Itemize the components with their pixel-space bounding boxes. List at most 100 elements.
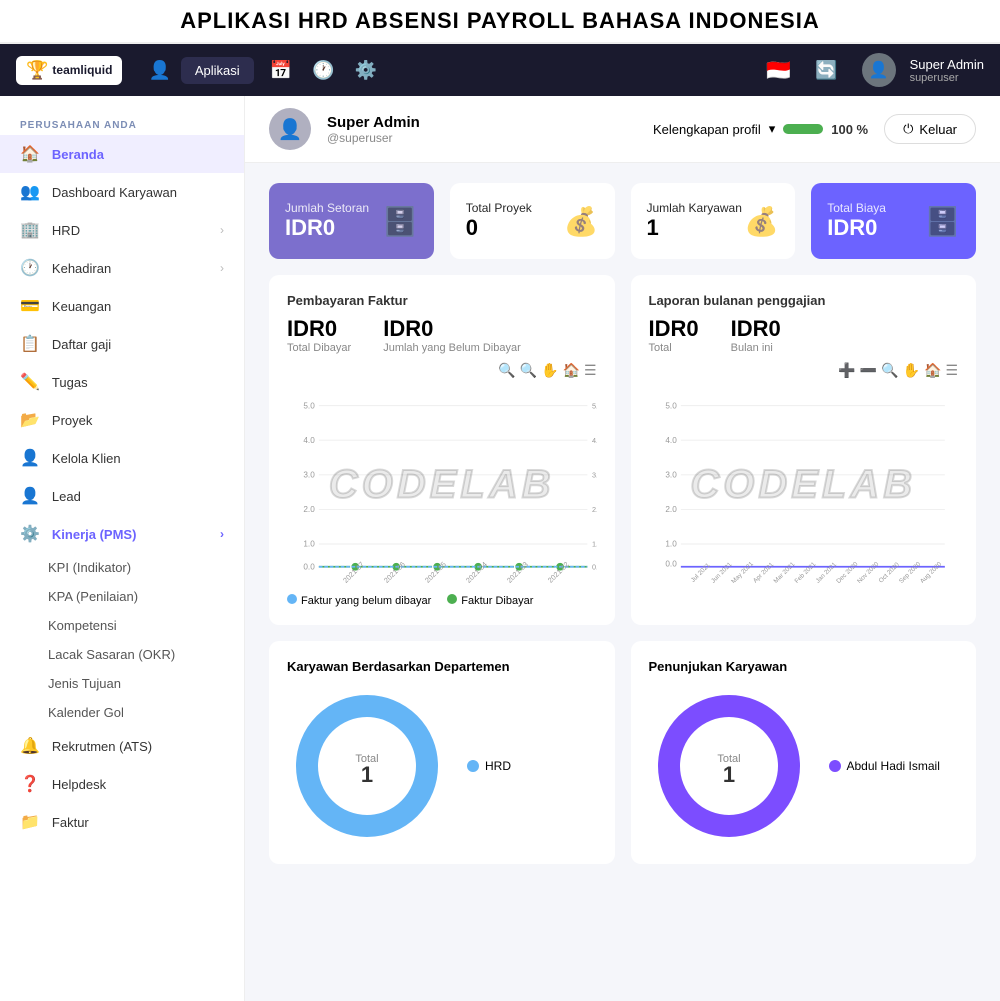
zoom-out-icon-2[interactable]: ➖ [860,362,877,379]
aplikasi-btn[interactable]: Aplikasi [181,57,254,84]
donut-legend-1: HRD [467,759,511,773]
svg-text:5.0: 5.0 [665,401,677,410]
sidebar-item-dashboard-karyawan[interactable]: 👥 Dashboard Karyawan [0,173,244,211]
sidebar-sub-item-kpi[interactable]: KPI (Indikator) [0,553,244,582]
zoom-icon-2[interactable]: 🔍 [881,362,898,379]
money-icon-1: 💰 [564,205,599,238]
stat-value-4: IDR0 [827,215,886,241]
completion-pct: 100 % [831,122,868,137]
pembayaran-legend: Faktur yang belum dibayar Faktur Dibayar [287,594,597,607]
sidebar-item-tugas[interactable]: ✏️ Tugas [0,363,244,401]
sidebar-sub-item-lacak[interactable]: Lacak Sasaran (OKR) [0,640,244,669]
sidebar-item-proyek[interactable]: 📂 Proyek [0,401,244,439]
belum-dibayar-value: IDR0 [383,316,521,342]
svg-text:4.0: 4.0 [665,436,677,445]
sidebar-item-kehadiran[interactable]: 🕐 Kehadiran › [0,249,244,287]
logo-icon: 🏆 [26,60,48,81]
sidebar-item-keuangan[interactable]: 💳 Keuangan [0,287,244,325]
building-icon: 🏢 [20,220,40,240]
sidebar-item-faktur[interactable]: 📁 Faktur [0,803,244,841]
svg-text:3.0: 3.0 [303,471,315,480]
charts-row: Pembayaran Faktur IDR0 Total Dibayar IDR… [245,259,1000,625]
laporan-amount-row: IDR0 Total IDR0 Bulan ini [649,316,959,354]
sidebar-item-kelola-klien[interactable]: 👤 Kelola Klien [0,439,244,477]
pan-icon[interactable]: ✋ [541,362,558,379]
sidebar-item-hrd-label: HRD [52,223,80,238]
refresh-icon[interactable]: 🔄 [805,54,847,87]
person-icon: 👤 [20,448,40,468]
settings-btn[interactable]: ⚙️ [345,54,387,87]
stat-card-jumlah-setoran: Jumlah Setoran IDR0 🗄️ [269,183,434,259]
chart-toolbar-2: ➕ ➖ 🔍 ✋ 🏠 ☰ [649,362,959,379]
navbar-logo[interactable]: 🏆 teamliquid [16,56,122,85]
completion-bar [783,124,823,134]
pembayaran-faktur-card: Pembayaran Faktur IDR0 Total Dibayar IDR… [269,275,615,625]
pembayaran-chart-svg: 5.0 4.0 3.0 2.0 1.0 0.0 [287,383,597,583]
bulan-ini: IDR0 Bulan ini [731,316,781,354]
svg-text:Jul 2021: Jul 2021 [689,562,711,583]
pan-icon-2[interactable]: ✋ [903,362,920,379]
sidebar-item-beranda[interactable]: 🏠 Beranda [0,135,244,173]
pembayaran-chart-container: 5.0 4.0 3.0 2.0 1.0 0.0 [287,383,597,586]
profile-avatar: 👤 [269,108,311,150]
keluar-button[interactable]: ⏻ Keluar [884,114,976,144]
donut-container-2: Total 1 Abdul Hadi Ismail [649,686,959,846]
sidebar-item-helpdesk-label: Helpdesk [52,777,106,792]
stat-label-2: Total Proyek [466,201,532,215]
question-icon: ❓ [20,774,40,794]
laporan-chart-svg: 5.0 4.0 3.0 2.0 1.0 0.0 [649,383,959,583]
calendar-btn[interactable]: 📅 [260,54,302,87]
pembayaran-amount-row: IDR0 Total Dibayar IDR0 Jumlah yang Belu… [287,316,597,354]
zoom-icon[interactable]: 🔍 [498,362,515,379]
svg-text:2.0: 2.0 [665,505,677,514]
total-penggajian-value: IDR0 [649,316,699,342]
penunjukan-karyawan-card: Penunjukan Karyawan Total 1 Abdul Hadi I… [631,641,977,864]
sidebar-item-keuangan-label: Keuangan [52,299,111,314]
user-nav-btn[interactable]: 👤 [138,54,180,87]
svg-text:2.0: 2.0 [592,505,597,514]
menu-icon-2[interactable]: ☰ [945,362,958,379]
sidebar-item-daftar-gaji[interactable]: 📋 Daftar gaji [0,325,244,363]
sidebar-item-lead[interactable]: 👤 Lead [0,477,244,515]
donut-svg-1: Total 1 [287,686,447,846]
sidebar-item-hrd[interactable]: 🏢 HRD › [0,211,244,249]
sidebar-item-helpdesk[interactable]: ❓ Helpdesk [0,765,244,803]
profile-name: Super Admin [327,114,420,131]
stat-info-1: Jumlah Setoran IDR0 [285,201,369,241]
logo-text: teamliquid [52,63,112,77]
sidebar-sub-item-jenis[interactable]: Jenis Tujuan [0,669,244,698]
stat-value-3: 1 [647,215,742,241]
laporan-penggajian-card: Laporan bulanan penggajian IDR0 Total ID… [631,275,977,625]
clock-icon: 🕐 [20,258,40,278]
sidebar-sub-item-kalender[interactable]: Kalender Gol [0,698,244,727]
home-icon: 🏠 [20,144,40,164]
stat-info-2: Total Proyek 0 [466,201,532,241]
svg-text:3.0: 3.0 [665,471,677,480]
money-icon-2: 💰 [744,205,779,238]
banner-title: APLIKASI HRD ABSENSI PAYROLL BAHASA INDO… [180,8,819,33]
flag-icon: 🇮🇩 [766,58,791,83]
sidebar: PERUSAHAAN ANDA 🏠 Beranda 👥 Dashboard Ka… [0,96,245,1001]
total-penggajian: IDR0 Total [649,316,699,354]
sidebar-item-kinerja[interactable]: ⚙️ Kinerja (PMS) › [0,515,244,553]
zoom-in-icon-2[interactable]: ➕ [838,362,855,379]
sidebar-item-rekrutmen[interactable]: 🔔 Rekrutmen (ATS) [0,727,244,765]
sidebar-item-kinerja-label: Kinerja (PMS) [52,527,137,542]
sidebar-sub-item-kpa[interactable]: KPA (Penilaian) [0,582,244,611]
completion-label: Kelengkapan profil [653,122,761,137]
svg-text:3.0: 3.0 [592,471,597,480]
clock-btn[interactable]: 🕐 [302,54,344,87]
zoom-out-icon[interactable]: 🔍 [520,362,537,379]
home-chart-icon-2[interactable]: 🏠 [924,362,941,379]
pencil-icon: ✏️ [20,372,40,392]
svg-text:1.0: 1.0 [665,540,677,549]
menu-icon[interactable]: ☰ [584,362,597,379]
chart-toolbar-1: 🔍 🔍 ✋ 🏠 ☰ [287,362,597,379]
donut-legend-2: Abdul Hadi Ismail [829,759,940,773]
legend-dibayar: Faktur Dibayar [461,595,533,607]
top-banner: APLIKASI HRD ABSENSI PAYROLL BAHASA INDO… [0,0,1000,44]
bulan-ini-label: Bulan ini [731,342,781,354]
chevron-down-icon-profile[interactable]: ▾ [769,121,776,137]
sidebar-sub-item-kompetensi[interactable]: Kompetensi [0,611,244,640]
home-chart-icon[interactable]: 🏠 [563,362,580,379]
